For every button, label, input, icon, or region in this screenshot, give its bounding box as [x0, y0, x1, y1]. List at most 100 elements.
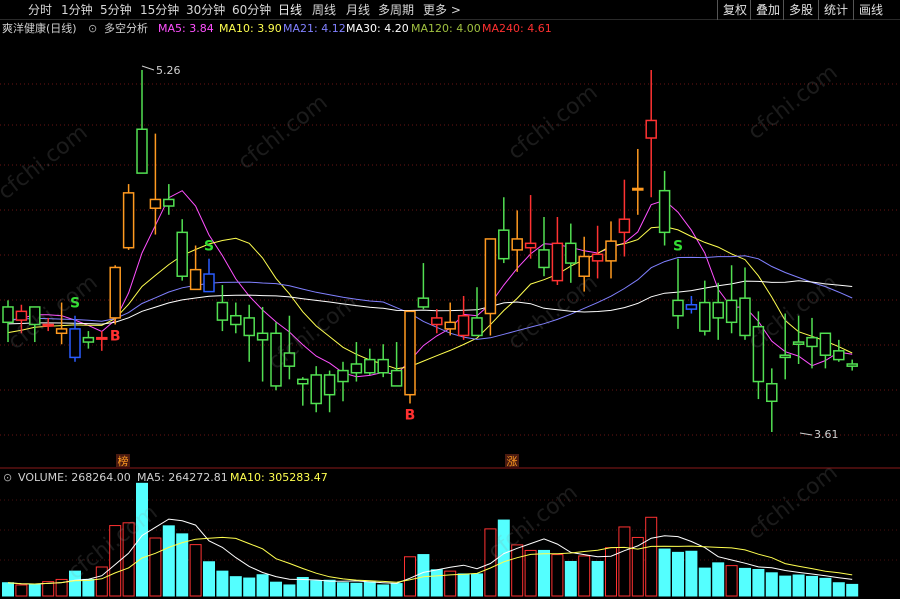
candle [390, 342, 403, 387]
volume-bar [832, 582, 845, 597]
ma5-line [7, 190, 853, 378]
candle [136, 70, 148, 174]
ma21-line [7, 255, 853, 340]
candle [846, 359, 858, 371]
candle-body [471, 317, 483, 337]
candle-body [216, 301, 229, 321]
sell-signal: S [70, 296, 80, 312]
volume-bar [363, 581, 376, 597]
candle-body [283, 352, 296, 367]
volume-ma5-line [7, 518, 853, 585]
candle-body [739, 297, 751, 337]
event-badge-label: 涨 [507, 455, 518, 468]
candle [337, 361, 349, 402]
candle [122, 184, 135, 250]
candle-body [498, 229, 510, 260]
candle-body [230, 314, 242, 326]
candle-body [404, 310, 416, 396]
volume-bar [739, 567, 751, 597]
candle-body [203, 273, 215, 293]
volume-bar [538, 549, 550, 597]
volume-bar [283, 584, 296, 597]
candle-body [364, 358, 376, 374]
candle-body [149, 198, 162, 209]
candle-body [55, 328, 68, 335]
volume-bar [310, 580, 323, 597]
candle-body [792, 341, 805, 345]
candle [243, 304, 255, 362]
candle [819, 332, 832, 369]
volume-bar [524, 549, 537, 597]
volume-bar [15, 584, 28, 597]
candle-body [779, 354, 791, 359]
volume-bar [779, 575, 792, 597]
candle [658, 170, 671, 246]
candle [565, 223, 577, 283]
candle-body [551, 242, 564, 282]
volume-bar [457, 573, 470, 597]
candle [431, 309, 443, 334]
volume-bar [189, 544, 202, 597]
event-badge-label: 榜 [118, 454, 129, 468]
candle [297, 377, 309, 406]
volume-bar [95, 566, 108, 597]
candle [806, 317, 818, 369]
candle [618, 179, 631, 257]
candle-body [524, 242, 537, 249]
volume-bar [752, 568, 765, 597]
candle [578, 236, 590, 292]
volume-bar [725, 565, 738, 597]
buy-signal: B [405, 407, 416, 423]
volume-bar [2, 582, 14, 597]
candle-body [578, 255, 590, 277]
candle-body [310, 374, 322, 405]
candle [377, 344, 389, 378]
volume-bar [591, 560, 604, 597]
candle [69, 315, 81, 362]
candle-body [390, 369, 403, 387]
volume-bar [176, 533, 189, 597]
volume-bar [243, 577, 256, 597]
low-marker-pointer [799, 432, 813, 436]
sell-signal: S [673, 239, 683, 255]
candle-body [685, 304, 698, 310]
candle-body [846, 363, 858, 367]
candle [109, 265, 121, 325]
candle-body [42, 323, 54, 327]
volume-bar [323, 579, 336, 597]
candle-body [270, 332, 282, 387]
volume-bar [484, 528, 497, 597]
candle [725, 265, 738, 334]
candle-body [484, 238, 497, 315]
volume-bar [806, 575, 818, 597]
volume-bar [296, 576, 309, 597]
volume-ma10-line [7, 536, 853, 585]
volume-bar [28, 583, 41, 597]
candle-body [243, 317, 255, 337]
volume-bar [471, 573, 483, 597]
candle-body [672, 299, 684, 317]
kline-chart[interactable]: S B S B S 5.26 3.61 榜 涨 [0, 0, 900, 599]
candle [712, 282, 724, 340]
candle-body [337, 369, 349, 383]
candle-body [297, 378, 309, 385]
candle [189, 245, 202, 291]
candle [792, 315, 805, 364]
volume-bar [136, 482, 148, 597]
candle-body [176, 231, 188, 277]
volume-bar [792, 574, 805, 597]
candle [632, 148, 644, 215]
candle [29, 306, 41, 343]
candle [323, 370, 336, 413]
low-price-label: 3.61 [814, 428, 839, 441]
candle-body [618, 218, 631, 234]
volume-bar [698, 567, 711, 597]
candle-body [350, 363, 363, 374]
candle [605, 221, 617, 279]
candle [230, 302, 242, 334]
candle [42, 317, 54, 332]
volume-bar [618, 526, 631, 597]
volume-bar [645, 516, 658, 597]
volume-bar [350, 582, 363, 597]
volume-bar [551, 554, 564, 597]
